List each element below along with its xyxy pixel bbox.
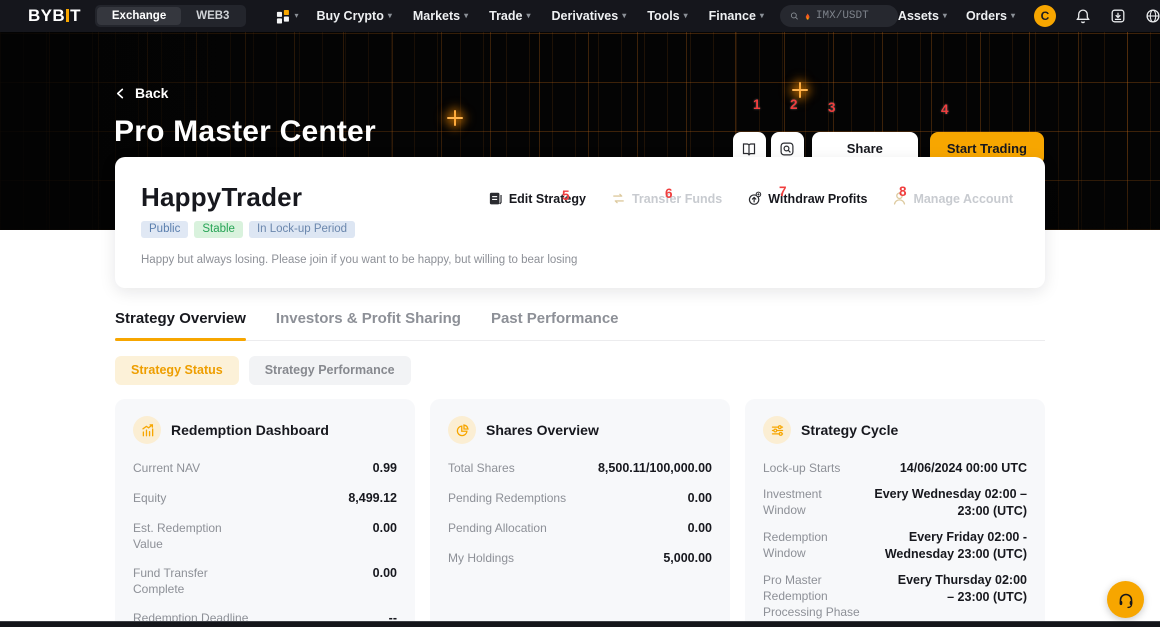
manage-account-button[interactable]: Manage Account (892, 191, 1013, 206)
language-globe-icon[interactable] (1145, 8, 1160, 24)
preview-search-icon (779, 141, 795, 157)
stat-row: Pending Redemptions0.00 (448, 490, 712, 507)
tab-strategy-overview[interactable]: Strategy Overview (115, 310, 246, 340)
withdraw-profits-button[interactable]: Withdraw Profits (747, 191, 867, 206)
avatar[interactable]: C (1034, 5, 1056, 27)
subtab-strategy-performance[interactable]: Strategy Performance (249, 356, 411, 385)
manage-account-icon (892, 191, 907, 206)
stat-row: Pending Allocation0.00 (448, 520, 712, 537)
withdraw-profits-icon (747, 191, 762, 206)
transfer-funds-icon (611, 191, 626, 206)
chevron-down-icon: ▾ (388, 12, 392, 20)
search-icon (790, 10, 799, 22)
card-title: Strategy Cycle (801, 422, 898, 438)
card-title: Shares Overview (486, 422, 599, 438)
menu-finance[interactable]: Finance▾ (709, 9, 764, 23)
menu-trade[interactable]: Trade▾ (489, 9, 530, 23)
edit-strategy-icon (488, 191, 503, 206)
footer-edge (0, 621, 1160, 627)
stat-row: Pro Master Redemption Processing PhaseEv… (763, 572, 1027, 620)
main-menu: Buy Crypto▾ Markets▾ Trade▾ Derivatives▾… (316, 9, 763, 23)
strategy-description: Happy but always losing. Please join if … (141, 254, 1015, 266)
back-button[interactable]: Back (115, 85, 168, 101)
back-label: Back (135, 85, 168, 101)
profile-actions: Edit Strategy Transfer Funds Withdraw Pr… (488, 191, 1013, 206)
tab-past-performance[interactable]: Past Performance (491, 310, 619, 340)
top-navigation: BYBT Exchange WEB3 ▾ Buy Crypto▾ Markets… (0, 0, 1160, 32)
pro-master-center-page: BYBT Exchange WEB3 ▾ Buy Crypto▾ Markets… (0, 0, 1160, 627)
badge-stable: Stable (194, 221, 243, 238)
card-title: Redemption Dashboard (171, 422, 329, 438)
sparkle-decoration (447, 110, 463, 126)
stat-row: Current NAV0.99 (133, 460, 397, 477)
book-icon (741, 141, 757, 157)
logo-orange-bar (66, 9, 69, 22)
nav-right-section: Assets▾ Orders▾ C (898, 5, 1160, 27)
support-chat-button[interactable] (1107, 581, 1144, 618)
tab-exchange[interactable]: Exchange (97, 7, 181, 25)
tab-bar: Strategy Overview Investors & Profit Sha… (115, 310, 1045, 341)
flame-icon (804, 10, 811, 23)
apps-grid-icon (276, 9, 291, 24)
logo-text-pre: BYB (28, 6, 65, 26)
status-cards: Redemption Dashboard Current NAV0.99 Equ… (115, 399, 1045, 627)
strategy-profile-card: HappyTrader Public Stable In Lock-up Per… (115, 157, 1045, 288)
platform-switcher: Exchange WEB3 (95, 5, 247, 27)
search-input[interactable] (816, 10, 888, 22)
stat-row: Est. Redemption Value0.00 (133, 520, 397, 552)
chevron-down-icon: ▾ (464, 12, 468, 20)
notifications-bell-icon[interactable] (1075, 8, 1091, 24)
strategy-badges: Public Stable In Lock-up Period (141, 221, 1015, 238)
badge-public: Public (141, 221, 188, 238)
stat-row: Equity8,499.12 (133, 490, 397, 507)
sparkle-decoration (792, 82, 808, 98)
apps-grid-button[interactable]: ▾ (276, 9, 298, 24)
chevron-down-icon: ▾ (1011, 12, 1015, 20)
shares-overview-card: Shares Overview Total Shares8,500.11/100… (430, 399, 730, 627)
stat-row: Fund Transfer Complete0.00 (133, 565, 397, 597)
bar-chart-icon (133, 416, 161, 444)
main-content: Strategy Overview Investors & Profit Sha… (0, 230, 1160, 627)
menu-tools[interactable]: Tools▾ (647, 9, 687, 23)
stat-row: Investment WindowEvery Wednesday 02:00 –… (763, 486, 1027, 520)
edit-strategy-button[interactable]: Edit Strategy (488, 191, 586, 206)
bybit-logo[interactable]: BYBT (28, 6, 81, 26)
logo-text-post: T (70, 6, 81, 26)
chevron-down-icon: ▾ (622, 12, 626, 20)
stat-row: Redemption WindowEvery Friday 02:00 - We… (763, 529, 1027, 563)
menu-buy-crypto[interactable]: Buy Crypto▾ (316, 9, 391, 23)
redemption-dashboard-card: Redemption Dashboard Current NAV0.99 Equ… (115, 399, 415, 627)
page-title: Pro Master Center (114, 115, 376, 149)
chevron-down-icon: ▾ (526, 12, 530, 20)
tab-web3[interactable]: WEB3 (181, 7, 244, 25)
download-app-icon[interactable] (1110, 8, 1126, 24)
menu-orders[interactable]: Orders▾ (966, 9, 1015, 23)
pie-chart-icon (448, 416, 476, 444)
sliders-icon (763, 416, 791, 444)
transfer-funds-button[interactable]: Transfer Funds (611, 191, 722, 206)
menu-derivatives[interactable]: Derivatives▾ (552, 9, 627, 23)
stat-row: Lock-up Starts14/06/2024 00:00 UTC (763, 460, 1027, 477)
stat-row: My Holdings5,000.00 (448, 550, 712, 567)
chevron-down-icon: ▾ (294, 12, 298, 20)
subtab-bar: Strategy Status Strategy Performance (115, 356, 1045, 385)
chevron-down-icon: ▾ (943, 12, 947, 20)
chevron-left-icon (115, 88, 126, 99)
chevron-down-icon: ▾ (684, 12, 688, 20)
strategy-cycle-card: Strategy Cycle Lock-up Starts14/06/2024 … (745, 399, 1045, 627)
subtab-strategy-status[interactable]: Strategy Status (115, 356, 239, 385)
headset-icon (1117, 591, 1135, 609)
badge-lockup-period: In Lock-up Period (249, 221, 355, 238)
menu-assets[interactable]: Assets▾ (898, 9, 947, 23)
menu-markets[interactable]: Markets▾ (413, 9, 468, 23)
tab-investors-profit-sharing[interactable]: Investors & Profit Sharing (276, 310, 461, 340)
stat-row: Total Shares8,500.11/100,000.00 (448, 460, 712, 477)
chevron-down-icon: ▾ (760, 12, 764, 20)
search-bar[interactable] (780, 5, 898, 27)
